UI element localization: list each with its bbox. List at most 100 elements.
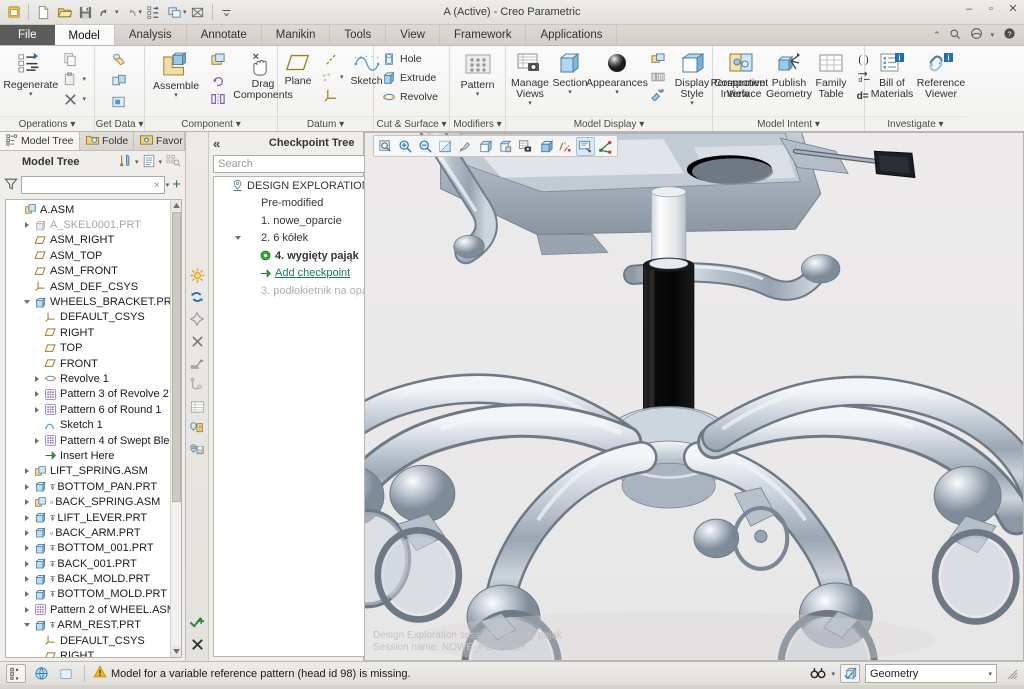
coord-sys-button[interactable] xyxy=(316,87,348,104)
redo-dropdown-caret[interactable]: ▾ xyxy=(139,8,143,16)
zoom-in-icon[interactable] xyxy=(396,137,415,156)
tree-row[interactable]: Pattern 3 of Revolve 2 xyxy=(6,387,181,402)
update-icon[interactable] xyxy=(186,286,208,308)
section-caret[interactable]: ▾ xyxy=(568,89,572,96)
plane-button[interactable]: Plane xyxy=(282,49,314,90)
paste-button[interactable]: ▾ xyxy=(59,70,90,89)
tree-row[interactable]: Pattern 6 of Round 1 xyxy=(6,402,181,417)
mirror-component-button[interactable] xyxy=(205,90,231,108)
tree-expander[interactable] xyxy=(20,529,33,536)
open-file-icon[interactable] xyxy=(54,2,74,22)
search-icon[interactable] xyxy=(949,28,961,43)
tree-expander[interactable] xyxy=(30,391,43,398)
extrude-button[interactable]: Extrude xyxy=(378,69,440,87)
tree-row[interactable]: FRONT xyxy=(6,356,181,371)
collapse-panel-icon[interactable]: « xyxy=(213,136,220,151)
saved-views-icon[interactable] xyxy=(496,137,515,156)
pattern-button[interactable]: Pattern ▾ xyxy=(456,49,500,101)
tree-filter-icon[interactable] xyxy=(166,154,181,171)
collapse-ribbon-icon[interactable]: ⌃ xyxy=(933,30,941,41)
tree-row[interactable]: ⍕ BACK_MOLD.PRT xyxy=(6,571,181,586)
manage-views-caret[interactable]: ▾ xyxy=(528,100,532,107)
undo-icon[interactable] xyxy=(96,2,116,22)
nav-tab-model-tree[interactable]: Model Tree xyxy=(0,132,80,150)
group-title-model-display[interactable]: Model Display ▾ xyxy=(506,116,712,131)
find-dropdown-caret[interactable]: ▾ xyxy=(831,670,835,678)
tree-expander[interactable] xyxy=(20,222,33,229)
accept-session-icon[interactable] xyxy=(186,611,208,633)
section-button[interactable]: Section ▾ xyxy=(552,49,588,99)
spin-center-icon[interactable] xyxy=(456,137,475,156)
tree-row[interactable]: ⍕ BOTTOM_MOLD.PRT xyxy=(6,587,181,602)
regenerate-button[interactable]: Regenerate ▾ xyxy=(3,49,58,101)
measure-icon[interactable] xyxy=(186,374,208,396)
shrinkwrap-button[interactable] xyxy=(107,92,132,112)
tree-expander[interactable] xyxy=(20,514,33,521)
model-select-icon[interactable] xyxy=(840,664,860,683)
navigate-icon[interactable] xyxy=(186,308,208,330)
tree-row[interactable]: DEFAULT_CSYS xyxy=(6,310,181,325)
tree-row[interactable]: ⍕ BACK_001.PRT xyxy=(6,556,181,571)
checkpoint-row-label[interactable]: Add checkpoint xyxy=(273,267,350,279)
point-caret[interactable]: ▾ xyxy=(340,74,344,81)
grid-display-button[interactable] xyxy=(646,69,670,85)
filter-clear-icon[interactable]: × xyxy=(154,180,160,191)
branch-icon[interactable] xyxy=(186,352,208,374)
assemble-button[interactable]: Assemble ▾ xyxy=(149,49,203,102)
appearances-caret[interactable]: ▾ xyxy=(615,89,619,96)
regenerate-caret[interactable]: ▾ xyxy=(29,91,33,98)
repaint-icon[interactable] xyxy=(436,137,455,156)
datum-display-icon[interactable]: xx xyxy=(556,137,575,156)
filter-icon[interactable] xyxy=(4,177,18,194)
nav-tab-favorites[interactable]: Favor xyxy=(134,132,185,150)
copy-checkpoint-icon[interactable] xyxy=(186,418,208,440)
component-interface-button[interactable]: Component Interface xyxy=(714,49,768,103)
tab-applications[interactable]: Applications xyxy=(526,25,618,45)
remove-icon[interactable] xyxy=(186,330,208,352)
tab-file[interactable]: File xyxy=(0,25,55,45)
tree-row[interactable]: ⍕ BOTTOM_PAN.PRT xyxy=(6,479,181,494)
model-tree-scroll-thumb[interactable] xyxy=(172,212,181,502)
model-tree-filter-input[interactable]: × xyxy=(21,176,165,194)
tab-view[interactable]: View xyxy=(386,25,440,45)
new-file-icon[interactable] xyxy=(33,2,53,22)
tab-manikin[interactable]: Manikin xyxy=(262,25,331,45)
close-window-icon[interactable] xyxy=(188,2,208,22)
tree-expander[interactable] xyxy=(20,499,33,506)
display-settings-caret[interactable]: ▾ xyxy=(158,158,162,166)
tree-row[interactable]: RIGHT xyxy=(6,648,181,657)
axis-button[interactable] xyxy=(316,51,348,68)
tree-row[interactable]: ▫ BACK_ARM.PRT xyxy=(6,525,181,540)
tree-row[interactable]: DEFAULT_CSYS xyxy=(6,633,181,648)
group-title-component[interactable]: Component ▾ xyxy=(145,116,277,131)
tree-row[interactable]: WHEELS_BRACKET.PRT xyxy=(6,294,181,309)
tree-row[interactable]: Pattern 4 of Swept Blend 1 xyxy=(6,433,181,448)
tree-expander[interactable] xyxy=(20,576,33,583)
create-component-button[interactable] xyxy=(205,51,231,70)
close-button[interactable]: ✕ xyxy=(1006,2,1020,15)
annotation-display-icon[interactable] xyxy=(576,136,595,156)
delete-caret[interactable]: ▾ xyxy=(82,96,86,103)
appearances-button[interactable]: Appearances ▾ xyxy=(586,49,648,99)
group-title-model-intent[interactable]: Model Intent ▾ xyxy=(713,116,864,131)
regenerate-icon[interactable] xyxy=(143,2,163,22)
tree-row[interactable]: Insert Here xyxy=(6,448,181,463)
tree-row[interactable]: Revolve 1 xyxy=(6,371,181,386)
nav-tab-folder-browser[interactable]: Folde xyxy=(80,132,134,150)
manage-views-button[interactable]: Manage Views ▾ xyxy=(510,49,550,110)
tree-row[interactable]: Sketch 1 xyxy=(6,417,181,432)
view-manager-icon[interactable] xyxy=(516,137,535,156)
highlight-changes-icon[interactable] xyxy=(186,264,208,286)
tree-row[interactable]: ⍕ LIFT_LEVER.PRT xyxy=(6,510,181,525)
spin-center-toggle-icon[interactable] xyxy=(596,137,615,156)
save-icon[interactable] xyxy=(75,2,95,22)
filter-dropdown-caret[interactable]: ▾ xyxy=(166,181,170,189)
display-style-button[interactable]: Display Style ▾ xyxy=(672,49,712,110)
repeat-button[interactable] xyxy=(205,71,231,89)
merge-button[interactable] xyxy=(107,71,132,91)
tree-row[interactable]: ▫ BACK_SPRING.ASM xyxy=(6,494,181,509)
tree-expander[interactable] xyxy=(30,406,43,413)
import-button[interactable] xyxy=(107,50,132,70)
copy-button[interactable] xyxy=(59,50,90,69)
publish-geometry-button[interactable]: Publish Geometry xyxy=(766,49,812,103)
